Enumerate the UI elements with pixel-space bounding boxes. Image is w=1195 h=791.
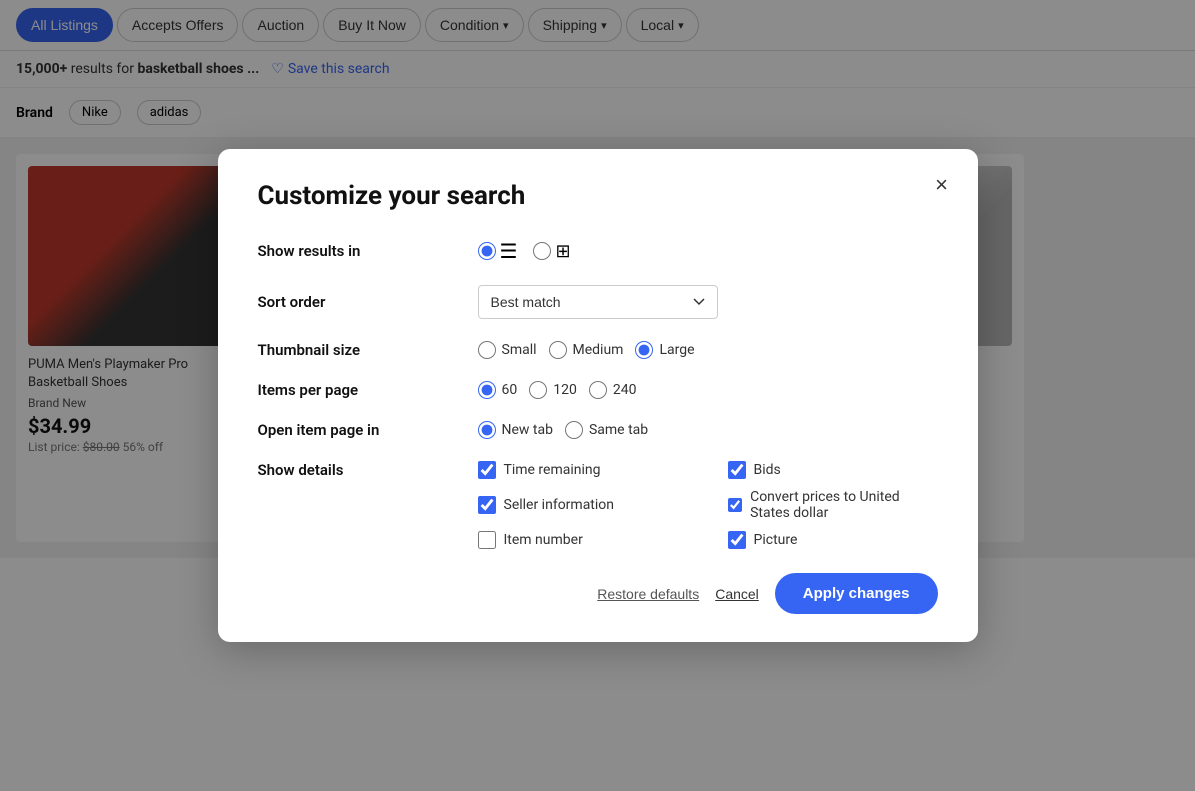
open-item-page-row: Open item page in New tab Same tab — [258, 421, 938, 439]
show-results-row: Show results in ☰ ⊞ — [258, 239, 938, 263]
thumbnail-medium-radio[interactable] — [549, 341, 567, 359]
list-view-icon: ☰ — [500, 239, 518, 263]
picture-checkbox[interactable] — [728, 531, 746, 549]
new-tab-radio[interactable] — [478, 421, 496, 439]
modal-title: Customize your search — [258, 181, 938, 211]
apply-changes-button[interactable]: Apply changes — [775, 573, 938, 614]
item-number-option[interactable]: Item number — [478, 531, 688, 549]
sort-order-row: Sort order Best match Time: ending soone… — [258, 285, 938, 319]
items-120-radio[interactable] — [529, 381, 547, 399]
modal-footer: Restore defaults Cancel Apply changes — [258, 573, 938, 614]
view-toggle[interactable]: ☰ — [478, 239, 518, 263]
list-view-radio[interactable] — [478, 242, 496, 260]
items-120-option[interactable]: 120 — [529, 381, 577, 399]
items-per-page-row: Items per page 60 120 240 — [258, 381, 938, 399]
close-button[interactable]: × — [924, 167, 960, 203]
convert-prices-option[interactable]: Convert prices to United States dollar — [728, 489, 938, 521]
background-page: All Listings Accepts Offers Auction Buy … — [0, 0, 1195, 791]
thumbnail-small-option[interactable]: Small — [478, 341, 537, 359]
items-60-option[interactable]: 60 — [478, 381, 518, 399]
thumbnail-large-radio[interactable] — [635, 341, 653, 359]
thumbnail-size-row: Thumbnail size Small Medium Large — [258, 341, 938, 359]
time-remaining-checkbox[interactable] — [478, 461, 496, 479]
gallery-view-radio[interactable] — [533, 242, 551, 260]
bids-option[interactable]: Bids — [728, 461, 938, 479]
restore-defaults-button[interactable]: Restore defaults — [597, 586, 699, 602]
thumbnail-large-option[interactable]: Large — [635, 341, 694, 359]
customize-search-modal: Customize your search × Show results in … — [218, 149, 978, 642]
items-60-radio[interactable] — [478, 381, 496, 399]
items-240-radio[interactable] — [589, 381, 607, 399]
same-tab-radio[interactable] — [565, 421, 583, 439]
thumbnail-medium-option[interactable]: Medium — [549, 341, 624, 359]
same-tab-option[interactable]: Same tab — [565, 421, 648, 439]
convert-prices-checkbox[interactable] — [728, 496, 743, 514]
modal-overlay[interactable]: Customize your search × Show results in … — [0, 0, 1195, 791]
time-remaining-option[interactable]: Time remaining — [478, 461, 688, 479]
items-240-option[interactable]: 240 — [589, 381, 637, 399]
seller-info-option[interactable]: Seller information — [478, 489, 688, 521]
sort-order-select[interactable]: Best match Time: ending soonest Time: ne… — [478, 285, 718, 319]
gallery-view-toggle[interactable]: ⊞ — [533, 241, 570, 262]
gallery-view-icon: ⊞ — [555, 241, 570, 262]
seller-info-checkbox[interactable] — [478, 496, 496, 514]
show-details-row: Show details Time remaining Bids Seller … — [258, 461, 938, 549]
picture-option[interactable]: Picture — [728, 531, 938, 549]
cancel-button[interactable]: Cancel — [715, 586, 759, 602]
thumbnail-small-radio[interactable] — [478, 341, 496, 359]
bids-checkbox[interactable] — [728, 461, 746, 479]
item-number-checkbox[interactable] — [478, 531, 496, 549]
new-tab-option[interactable]: New tab — [478, 421, 553, 439]
